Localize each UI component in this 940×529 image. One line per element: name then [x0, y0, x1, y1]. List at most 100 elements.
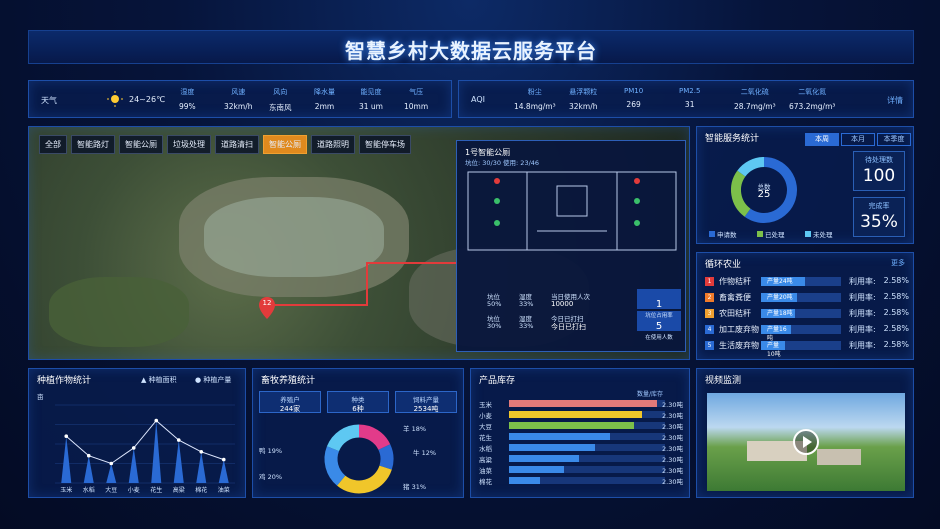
play-icon[interactable]: [793, 429, 819, 455]
cycle-row: 3 农田秸秆 产量18吨 利用率: 2.58%: [705, 307, 909, 321]
x-tick-label: 花生: [150, 486, 162, 494]
weather-panel: 天气 24~26℃ 湿度 99% 风速 32km/h 风向 东南风 降水量 2mm 能见度 31 …: [28, 80, 452, 118]
stock-row: 油菜 2.30吨: [479, 465, 683, 475]
area-bar: [173, 440, 184, 483]
cycle-bar: 产量24吨: [761, 277, 841, 286]
stock-name: 大豆: [479, 423, 492, 431]
cycle-bar-fill: 产量24吨: [761, 277, 805, 286]
area-bar: [61, 436, 72, 483]
stock-bar-fill: [509, 444, 595, 451]
sun-icon: [107, 91, 123, 107]
metric-label: 悬浮颗粒: [569, 88, 598, 96]
usage-label: 利用率:: [849, 277, 876, 286]
cycle-more-link[interactable]: 更多: [891, 258, 905, 268]
metric-value: 673.2mg/m³: [789, 102, 836, 111]
legend-swatch: [805, 231, 811, 237]
metric-label: 能见度: [360, 88, 382, 96]
map-tab[interactable]: 全部: [39, 135, 67, 154]
usage-value: 2.58%: [883, 340, 909, 349]
stock-bar-fill: [509, 400, 658, 407]
cycle-row: 4 加工废弃物 产量16吨 利用率: 2.58%: [705, 323, 909, 342]
area-bar: [128, 447, 139, 483]
metric-label: PM2.5: [679, 87, 701, 95]
video-preview[interactable]: [707, 393, 905, 491]
stock-row: 高粱 2.30吨: [479, 454, 683, 464]
x-tick-label: 棉花: [195, 486, 207, 494]
map-tab[interactable]: 智能停车场: [359, 135, 411, 154]
yield-point: [221, 457, 226, 462]
x-tick-label: 水稻: [83, 486, 95, 494]
metric-label: 二氧化氮: [798, 88, 827, 96]
metric-label: 二氧化硫: [740, 88, 769, 96]
service-kpi: 待处理数 100: [853, 151, 905, 191]
map-marker-label[interactable]: 12: [260, 299, 274, 307]
rank-badge: 3: [705, 309, 714, 318]
stock-value: 2.30吨: [662, 434, 683, 442]
metric-value: 28.7mg/m³: [734, 102, 776, 111]
stock-name: 油菜: [479, 467, 492, 475]
aqi-label: AQI: [471, 95, 485, 104]
map-tab[interactable]: 道路清扫: [215, 135, 259, 154]
yield-point: [86, 453, 91, 458]
livestock-title: 畜牧养殖统计: [261, 376, 316, 386]
stock-name: 小麦: [479, 412, 492, 420]
yield-point: [199, 450, 204, 454]
toilet-floor-plan: [467, 171, 677, 251]
x-tick-label: 玉米: [60, 486, 72, 494]
stock-value: 2.30吨: [662, 445, 683, 453]
area-bar: [106, 463, 117, 483]
weather-metric: 风向 东南风: [269, 87, 292, 113]
yield-point: [176, 438, 181, 442]
livestock-kpi: 饲料产量 2534吨: [395, 391, 457, 413]
map-tab[interactable]: 智能路灯: [71, 135, 115, 154]
stock-bar: [509, 400, 665, 407]
service-tab[interactable]: 本季度: [877, 133, 911, 146]
map-tab[interactable]: 道路照明: [311, 135, 355, 154]
slice-label: 鸡 20%: [259, 473, 283, 481]
kpi-label: 养殖户: [280, 396, 300, 404]
stock-bar: [509, 422, 665, 429]
cycle-bar-fill: 产量10吨: [761, 341, 785, 358]
map-tab[interactable]: 垃圾处理: [167, 135, 211, 154]
service-tab[interactable]: 本月: [841, 133, 875, 146]
weather-metric: 气压 10mm: [404, 87, 428, 111]
metric-label: 气压: [409, 88, 424, 96]
cycle-bar: 产量10吨: [761, 341, 841, 358]
kpi-label: 饲料产量: [413, 396, 439, 404]
kpi-label: 完成率: [868, 202, 890, 210]
weather-metric: 湿度 99%: [179, 87, 196, 111]
donut-slice: [737, 157, 765, 177]
stock-value: 2.30吨: [662, 401, 683, 409]
slice-label: 鸭 19%: [259, 447, 283, 455]
map-tab[interactable]: 智能公厕: [263, 135, 307, 154]
metric-value: 31: [684, 100, 695, 109]
service-tab[interactable]: 本周: [805, 133, 839, 146]
kpi-value: 2534吨: [413, 405, 439, 413]
map-tab[interactable]: 智能公厕: [119, 135, 163, 154]
stat-value: 33%: [519, 300, 534, 308]
stock-row: 棉花 2.30吨: [479, 476, 683, 486]
stock-value: 2.30吨: [662, 456, 683, 464]
livestock-kpi: 养殖户 244家: [259, 391, 321, 413]
usage-value: 今日已打扫: [551, 323, 586, 331]
stock-bar-fill: [509, 477, 541, 484]
kpi-value: 100: [862, 166, 896, 186]
metric-label: 降水量: [314, 88, 335, 96]
stock-bar-fill: [509, 455, 580, 462]
header-bar: 智慧乡村大数据云服务平台: [28, 30, 914, 64]
slice-label: 羊 18%: [403, 425, 427, 433]
legend-label: 申请数: [717, 231, 737, 239]
stock-row: 小麦 2.30吨: [479, 410, 683, 420]
slice-label: 猪 31%: [403, 483, 427, 491]
livestock-panel: 畜牧养殖统计 养殖户 244家 种类 6种 饲料产量 2534吨 羊 18% 牛 12% 猪 …: [252, 368, 464, 498]
metric-label: 粉尘: [527, 88, 542, 96]
yield-point: [154, 418, 159, 423]
cycle-agri-panel: 循环农业 更多 1 作物秸秆 产量24吨 利用率: 2.58% 2 畜禽粪便 产量20吨 利用率…: [696, 252, 914, 360]
air-detail-link[interactable]: 详情: [887, 95, 903, 106]
stock-row: 花生 2.30吨: [479, 432, 683, 442]
badge-label: 坑位占用率: [645, 313, 673, 319]
slice-label: 牛 12%: [413, 449, 437, 457]
metric-value: 31 um: [359, 102, 383, 111]
stock-title: 产品库存: [479, 376, 516, 386]
badge-label: 在使用人数: [645, 335, 673, 341]
